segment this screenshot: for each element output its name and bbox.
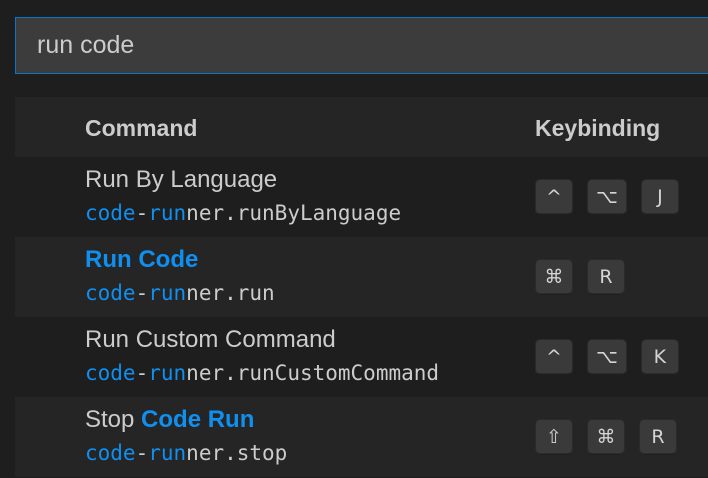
command-id: code-runner.stop: [85, 441, 287, 465]
command-id-separator: -: [135, 281, 149, 305]
command-id: code-runner.runCustomCommand: [85, 361, 439, 385]
command-id: code-runner.run: [85, 281, 275, 305]
command-id-match: run: [148, 361, 187, 385]
table-row[interactable]: Run By Language code-runner.runByLanguag…: [15, 157, 708, 237]
command-id-rest: ner.runByLanguage: [186, 201, 402, 225]
option-key-icon: ⌥: [587, 179, 627, 215]
command-title-text: Run By Language: [85, 166, 278, 193]
command-id-rest: ner.stop: [186, 441, 288, 465]
command-id-separator: -: [135, 441, 149, 465]
command-title-text: Run Custom Command: [85, 326, 336, 353]
keybinding: ^ ⌥ K: [535, 339, 693, 375]
control-key-icon: ^: [535, 179, 573, 215]
command-id-match: code: [85, 361, 136, 385]
command-title-match: Run Code: [85, 246, 199, 273]
command-id: code-runner.runByLanguage: [85, 201, 401, 225]
command-id-rest: ner.runCustomCommand: [186, 361, 440, 385]
column-header-keybinding[interactable]: Keybinding: [535, 115, 660, 142]
command-id-match: code: [85, 441, 136, 465]
key-label: R: [587, 259, 625, 295]
column-header-command[interactable]: Command: [85, 115, 197, 142]
keyboard-shortcuts-editor: Command Keybinding Run By Language code-…: [0, 0, 708, 478]
command-id-match: code: [85, 201, 136, 225]
command-title-text: Stop: [85, 406, 142, 433]
command-id-separator: -: [135, 361, 149, 385]
command-title-match: Code Run: [141, 406, 255, 433]
table-header: Command Keybinding: [15, 97, 708, 157]
shift-key-icon: ⇧: [535, 419, 573, 455]
option-key-icon: ⌥: [587, 339, 627, 375]
command-key-icon: ⌘: [587, 419, 625, 455]
table-row[interactable]: Stop Code Run code-runner.stop ⇧ ⌘ R: [15, 397, 708, 477]
control-key-icon: ^: [535, 339, 573, 375]
command-title: Run Code: [85, 246, 198, 274]
keybinding: ⇧ ⌘ R: [535, 419, 691, 455]
command-title: Run By Language: [85, 166, 277, 194]
command-id-match: run: [148, 441, 187, 465]
command-id-match: code: [85, 281, 136, 305]
command-key-icon: ⌘: [535, 259, 573, 295]
keybinding: ^ ⌥ J: [535, 179, 693, 215]
keybindings-table: Command Keybinding Run By Language code-…: [15, 97, 708, 477]
key-label: K: [640, 339, 679, 375]
command-id-separator: -: [135, 201, 149, 225]
key-label: R: [639, 419, 677, 455]
command-title: Stop Code Run: [85, 406, 254, 434]
table-row[interactable]: Run Code code-runner.run ⌘ R: [15, 237, 708, 317]
command-id-match: run: [148, 281, 187, 305]
key-label: J: [640, 179, 679, 215]
table-row[interactable]: Run Custom Command code-runner.runCustom…: [15, 317, 708, 397]
command-id-rest: ner.run: [186, 281, 275, 305]
command-title: Run Custom Command: [85, 326, 336, 354]
search-box: [15, 17, 708, 74]
command-id-match: run: [148, 201, 187, 225]
keybinding: ⌘ R: [535, 259, 639, 295]
search-input[interactable]: [16, 18, 708, 73]
